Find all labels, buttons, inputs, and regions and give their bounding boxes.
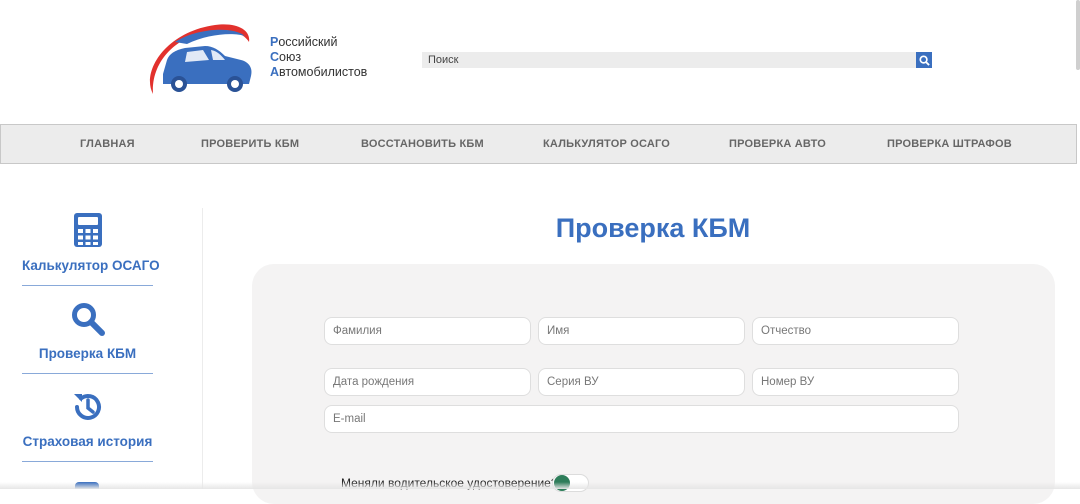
page-title: Проверка КБМ bbox=[555, 213, 751, 243]
search-icon bbox=[918, 54, 930, 66]
sidebar-divider bbox=[202, 208, 203, 489]
search-icon bbox=[71, 303, 105, 336]
birth-date-field[interactable] bbox=[324, 368, 531, 396]
history-icon bbox=[73, 394, 101, 420]
calculator-icon bbox=[73, 213, 102, 247]
nav-car-check[interactable]: ПРОВЕРКА АВТО bbox=[729, 125, 826, 163]
sidebar-item-label: Страховая история bbox=[22, 434, 153, 449]
sidebar-item-check-kbm[interactable]: Проверка КБМ bbox=[22, 302, 153, 361]
nav-check-kbm[interactable]: ПРОВЕРИТЬ КБМ bbox=[201, 125, 299, 163]
email-field[interactable] bbox=[324, 405, 959, 433]
page-scrollbar[interactable] bbox=[1076, 0, 1080, 70]
sidebar-separator bbox=[22, 461, 153, 462]
logo-line-3: Автомобилистов bbox=[270, 65, 368, 79]
nav-home[interactable]: ГЛАВНАЯ bbox=[80, 125, 135, 163]
license-number-field[interactable] bbox=[752, 368, 959, 396]
search-bar bbox=[422, 52, 932, 68]
nav-osago-calculator[interactable]: КАЛЬКУЛЯТОР ОСАГО bbox=[543, 125, 670, 163]
search-button[interactable] bbox=[916, 52, 932, 68]
main-nav: ГЛАВНАЯ ПРОВЕРИТЬ КБМ ВОССТАНОВИТЬ КБМ К… bbox=[0, 124, 1077, 164]
viewport-bottom-shadow bbox=[0, 482, 1080, 489]
sidebar-item-insurance-history[interactable]: Страховая история bbox=[22, 390, 153, 449]
patronymic-field[interactable] bbox=[752, 317, 959, 345]
logo-line-2: Союз bbox=[270, 50, 302, 64]
nav-fines-check[interactable]: ПРОВЕРКА ШТРАФОВ bbox=[887, 125, 1012, 163]
first-name-field[interactable] bbox=[538, 317, 745, 345]
logo-line-1: Российский bbox=[270, 35, 338, 49]
logo-text: Российский Союз Автомобилистов bbox=[270, 35, 367, 80]
sidebar-separator bbox=[22, 285, 153, 286]
sidebar-separator bbox=[22, 373, 153, 374]
logo[interactable] bbox=[145, 22, 255, 100]
license-series-field[interactable] bbox=[538, 368, 745, 396]
sidebar-item-label: Калькулятор ОСАГО bbox=[22, 258, 160, 273]
sidebar-item-osago-calculator[interactable]: Калькулятор ОСАГО bbox=[22, 212, 160, 273]
search-input[interactable] bbox=[422, 52, 916, 68]
last-name-field[interactable] bbox=[324, 317, 531, 345]
sidebar-item-label: Проверка КБМ bbox=[38, 346, 137, 361]
nav-restore-kbm[interactable]: ВОССТАНОВИТЬ КБМ bbox=[361, 125, 484, 163]
